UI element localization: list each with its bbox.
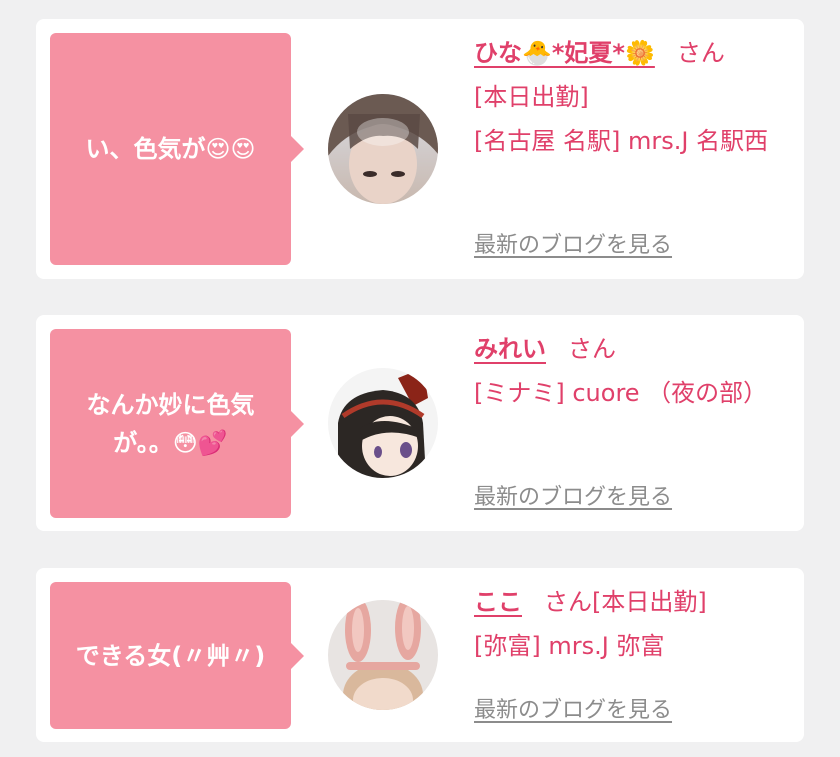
avatar[interactable]: [328, 600, 438, 710]
shop-name: [ミナミ] cuore （夜の部）: [474, 379, 768, 407]
poster-name-link[interactable]: みれい: [474, 335, 546, 363]
comment-bubble: い、色気が😍😍: [50, 33, 304, 265]
post-card: できる女(〃艸〃) ここ さん[本日出勤] [弥富] mrs.J 弥富 最新のブロ…: [36, 568, 804, 742]
comment-text: なんか妙に色気が。。😳💕: [86, 390, 255, 457]
work-status: [本日出勤]: [474, 83, 589, 111]
bunny-ears-photo-icon: [328, 600, 438, 710]
comment-bubble: できる女(〃艸〃): [50, 582, 304, 729]
latest-blog-link[interactable]: 最新のブログを見る: [474, 227, 672, 259]
avatar[interactable]: [328, 368, 438, 478]
honorific: さん: [676, 39, 725, 67]
comment-bubble: なんか妙に色気が。。😳💕: [50, 329, 304, 518]
avatar[interactable]: [328, 94, 438, 204]
comment-text: い、色気が😍😍: [85, 135, 256, 163]
honorific: さん: [544, 588, 592, 616]
latest-blog-link[interactable]: 最新のブログを見る: [474, 479, 672, 511]
shop-name: [弥富] mrs.J 弥富: [474, 632, 665, 660]
post-info: ここ さん[本日出勤] [弥富] mrs.J 弥富: [474, 580, 786, 668]
profile-photo-woman-icon: [328, 94, 438, 204]
work-status: [本日出勤]: [592, 588, 707, 616]
poster-name-link[interactable]: ここ: [474, 588, 522, 616]
poster-name-link[interactable]: ひな🐣*妃夏*🌼: [474, 39, 655, 67]
comment-text: できる女(〃艸〃): [75, 641, 266, 670]
post-card: なんか妙に色気が。。😳💕 みれい さん [ミナミ] cuore （夜の部） 最新の…: [36, 315, 804, 531]
post-info: ひな🐣*妃夏*🌼 さん [本日出勤] [名古屋 名駅] mrs.J 名駅西: [474, 31, 786, 163]
anime-girl-avatar-icon: [328, 368, 438, 478]
shop-name: [名古屋 名駅] mrs.J 名駅西: [474, 127, 769, 155]
latest-blog-link[interactable]: 最新のブログを見る: [474, 692, 672, 724]
post-info: みれい さん [ミナミ] cuore （夜の部）: [474, 327, 786, 415]
honorific: さん: [568, 335, 616, 363]
post-card: い、色気が😍😍 ひな🐣*妃夏*🌼 さん [本日出勤] [名古屋 名駅] mrs.J…: [36, 19, 804, 279]
